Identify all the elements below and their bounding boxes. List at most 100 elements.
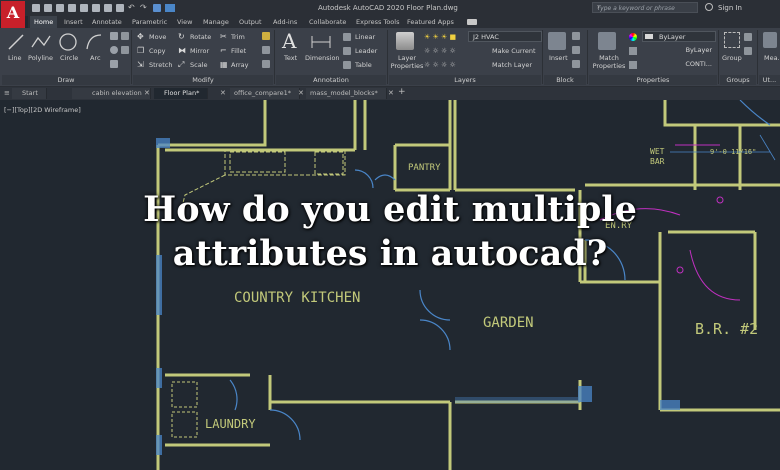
draw-group-label[interactable]: Draw bbox=[2, 75, 130, 85]
tab-floor-plan[interactable]: Floor Plan* bbox=[154, 88, 209, 99]
tab-view[interactable]: View bbox=[173, 16, 196, 28]
layer-tools-icons[interactable]: ☼ ☼ ☼ ☼ bbox=[424, 47, 456, 55]
search-input[interactable]: Type a keyword or phrase bbox=[592, 2, 698, 13]
polyline-button[interactable]: Polyline bbox=[28, 54, 53, 62]
offset-icon[interactable] bbox=[262, 60, 270, 68]
tab-express-tools[interactable]: Express Tools bbox=[352, 16, 403, 28]
linear-button[interactable]: Linear bbox=[355, 33, 375, 41]
save-icon[interactable] bbox=[56, 4, 64, 12]
dimension-icon[interactable] bbox=[310, 33, 332, 51]
tab-annotate[interactable]: Annotate bbox=[88, 16, 126, 28]
utilities-group-label[interactable]: Ut... bbox=[759, 75, 780, 85]
measure-button[interactable]: Mea... bbox=[764, 54, 780, 62]
rectangle-icon[interactable] bbox=[110, 32, 118, 40]
move-button[interactable]: Move bbox=[149, 33, 166, 41]
edit-attributes-icon[interactable] bbox=[572, 60, 580, 68]
tab-start[interactable]: Start bbox=[12, 88, 47, 99]
drawing-canvas[interactable]: PANTRY COUNTRY KITCHEN GARDEN B.R. #2 LA… bbox=[0, 100, 780, 470]
make-current-button[interactable]: Make Current bbox=[492, 47, 536, 55]
save-cloud-icon[interactable] bbox=[116, 4, 124, 12]
sign-in-link[interactable]: Sign In bbox=[718, 4, 742, 12]
polyline-icon[interactable] bbox=[30, 32, 52, 52]
insert-button[interactable]: Insert bbox=[549, 54, 568, 62]
current-layer-select[interactable]: J2 HVAC bbox=[468, 31, 542, 42]
hatch-icon[interactable] bbox=[110, 60, 118, 68]
layer-tools-icons[interactable]: ☼ ☼ ☼ ☼ bbox=[424, 61, 456, 69]
scale-button[interactable]: Scale bbox=[190, 61, 208, 69]
user-icon[interactable] bbox=[705, 3, 713, 11]
line-button[interactable]: Line bbox=[8, 54, 22, 62]
tab-featured-apps[interactable]: Featured Apps bbox=[403, 16, 458, 28]
undo-icon[interactable]: ↶ bbox=[128, 3, 135, 12]
viewport-controls[interactable]: [−][Top][2D Wireframe] bbox=[4, 106, 81, 114]
draw-extra-icon[interactable] bbox=[121, 32, 129, 40]
leader-button[interactable]: Leader bbox=[355, 47, 377, 55]
tab-output[interactable]: Output bbox=[235, 16, 266, 28]
create-block-icon[interactable] bbox=[572, 32, 580, 40]
tab-cabin-elevation[interactable]: cabin elevation bbox=[72, 88, 151, 99]
match-layer-button[interactable]: Match Layer bbox=[492, 61, 532, 69]
tab-parametric[interactable]: Parametric bbox=[128, 16, 171, 28]
mirror-button[interactable]: Mirror bbox=[190, 47, 209, 55]
new-tab-icon[interactable]: + bbox=[398, 87, 406, 97]
groups-group-label[interactable]: Groups bbox=[720, 75, 756, 85]
autocad-logo-icon[interactable]: A bbox=[1, 1, 25, 28]
ellipse-icon[interactable] bbox=[110, 46, 118, 54]
ribbon-toggle-icon[interactable] bbox=[467, 19, 477, 25]
rotate-button[interactable]: Rotate bbox=[190, 33, 211, 41]
circle-icon[interactable] bbox=[58, 32, 78, 52]
group-button[interactable]: Group bbox=[722, 54, 742, 62]
layers-group-label[interactable]: Layers bbox=[389, 75, 541, 85]
close-tab-icon[interactable]: ✕ bbox=[298, 89, 304, 97]
share-icon[interactable] bbox=[104, 4, 112, 12]
tab-collaborate[interactable]: Collaborate bbox=[305, 16, 350, 28]
redo-icon[interactable]: ↷ bbox=[140, 3, 147, 12]
tab-home[interactable]: Home bbox=[30, 16, 58, 28]
linetype-select[interactable]: ByLayer bbox=[642, 45, 716, 56]
layer-state-icons[interactable]: ☀ ☀ ☀ ■ bbox=[424, 33, 456, 41]
arc-icon[interactable] bbox=[84, 32, 104, 52]
ungroup-icon[interactable] bbox=[744, 33, 752, 41]
layer-properties-button[interactable]: Layer Properties bbox=[390, 54, 424, 70]
close-tab-icon[interactable]: ✕ bbox=[388, 89, 394, 97]
copy-button[interactable]: Copy bbox=[149, 47, 166, 55]
save-as-icon[interactable] bbox=[68, 4, 76, 12]
explode-icon[interactable] bbox=[262, 46, 270, 54]
edit-block-icon[interactable] bbox=[572, 46, 580, 54]
erase-icon[interactable] bbox=[262, 32, 270, 40]
trim-button[interactable]: Trim bbox=[231, 33, 245, 41]
match-properties-button[interactable]: Match Properties bbox=[592, 54, 626, 70]
lineweight-select[interactable]: CONTI... bbox=[642, 59, 716, 70]
line-icon[interactable] bbox=[6, 32, 26, 52]
table-button[interactable]: Table bbox=[355, 61, 372, 69]
tab-manage[interactable]: Manage bbox=[199, 16, 233, 28]
workspace-icon[interactable] bbox=[165, 4, 175, 12]
open-file-icon[interactable] bbox=[44, 4, 52, 12]
properties-group-label[interactable]: Properties bbox=[589, 75, 717, 85]
text-button[interactable]: Text bbox=[284, 54, 297, 62]
array-button[interactable]: Array bbox=[231, 61, 249, 69]
tab-office-compare[interactable]: office_compare1* bbox=[230, 88, 300, 99]
new-file-icon[interactable] bbox=[32, 4, 40, 12]
close-tab-icon[interactable]: ✕ bbox=[220, 89, 226, 97]
circle-button[interactable]: Circle bbox=[60, 54, 78, 62]
fillet-button[interactable]: Fillet bbox=[231, 47, 246, 55]
arc-button[interactable]: Arc bbox=[90, 54, 101, 62]
plot-icon[interactable] bbox=[80, 4, 88, 12]
close-tab-icon[interactable]: ✕ bbox=[144, 89, 150, 97]
color-select[interactable]: ByLayer bbox=[642, 31, 716, 42]
color-wheel-icon[interactable] bbox=[629, 33, 637, 41]
tab-menu-icon[interactable]: ≡ bbox=[4, 89, 10, 97]
block-group-label[interactable]: Block bbox=[544, 75, 586, 85]
publish-icon[interactable] bbox=[92, 4, 100, 12]
dimension-button[interactable]: Dimension bbox=[305, 54, 340, 62]
modify-group-label[interactable]: Modify bbox=[133, 75, 273, 85]
stretch-button[interactable]: Stretch bbox=[149, 61, 172, 69]
tab-mass-model-blocks[interactable]: mass_model_blocks* bbox=[306, 88, 387, 99]
annotation-group-label[interactable]: Annotation bbox=[276, 75, 386, 85]
draw-extra-icon[interactable] bbox=[121, 46, 129, 54]
group-edit-icon[interactable] bbox=[744, 47, 752, 55]
sharing-icon[interactable] bbox=[153, 4, 161, 12]
tab-add-ins[interactable]: Add-ins bbox=[269, 16, 301, 28]
tab-insert[interactable]: Insert bbox=[60, 16, 87, 28]
